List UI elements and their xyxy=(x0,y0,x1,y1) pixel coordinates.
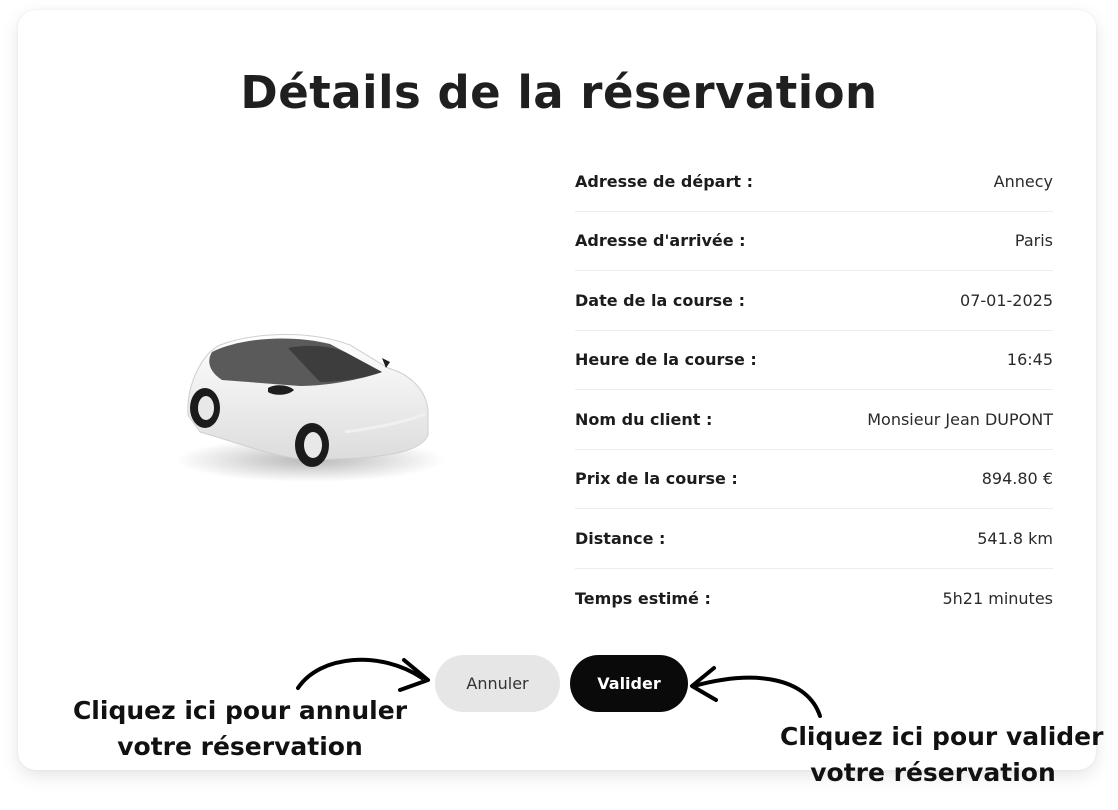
validate-hint: Cliquez ici pour valider votre réservati… xyxy=(780,719,1103,791)
car-illustration xyxy=(175,334,445,482)
validate-hint-line2: votre réservation xyxy=(810,758,1056,787)
detail-row-distance: Distance : 541.8 km xyxy=(575,509,1053,569)
detail-row-time: Heure de la course : 16:45 xyxy=(575,331,1053,390)
detail-row-departure: Adresse de départ : Annecy xyxy=(575,152,1053,212)
detail-row-duration: Temps estimé : 5h21 minutes xyxy=(575,569,1053,629)
detail-value: 5h21 minutes xyxy=(942,588,1053,608)
page: Détails de la réservation Adresse de dép… xyxy=(0,0,1118,810)
detail-label: Heure de la course : xyxy=(575,350,757,370)
detail-row-date: Date de la course : 07-01-2025 xyxy=(575,271,1053,331)
detail-label: Nom du client : xyxy=(575,409,713,429)
detail-value: 894.80 € xyxy=(981,469,1053,489)
validate-button[interactable]: Valider xyxy=(570,655,688,712)
detail-label: Adresse de départ : xyxy=(575,171,753,191)
detail-row-arrival: Adresse d'arrivée : Paris xyxy=(575,212,1053,271)
detail-value: 541.8 km xyxy=(977,528,1053,548)
detail-row-client: Nom du client : Monsieur Jean DUPONT xyxy=(575,390,1053,450)
detail-value: 07-01-2025 xyxy=(960,290,1053,310)
validate-hint-line1: Cliquez ici pour valider xyxy=(780,722,1104,751)
detail-value: Annecy xyxy=(993,171,1053,191)
cancel-hint: Cliquez ici pour annuler votre réservati… xyxy=(70,693,410,765)
cancel-hint-line2: votre réservation xyxy=(117,732,363,761)
detail-value: Paris xyxy=(1014,231,1053,251)
cancel-hint-line1: Cliquez ici pour annuler xyxy=(72,696,408,725)
detail-label: Adresse d'arrivée : xyxy=(575,231,746,251)
detail-label: Distance : xyxy=(575,528,666,548)
page-title: Détails de la réservation xyxy=(240,66,878,119)
detail-value: Monsieur Jean DUPONT xyxy=(867,409,1053,429)
reservation-details: Adresse de départ : Annecy Adresse d'arr… xyxy=(575,152,1053,628)
detail-label: Date de la course : xyxy=(575,290,745,310)
cancel-button[interactable]: Annuler xyxy=(435,655,560,712)
detail-value: 16:45 xyxy=(1006,350,1053,370)
detail-label: Temps estimé : xyxy=(575,588,711,608)
detail-row-price: Prix de la course : 894.80 € xyxy=(575,450,1053,509)
detail-label: Prix de la course : xyxy=(575,469,738,489)
